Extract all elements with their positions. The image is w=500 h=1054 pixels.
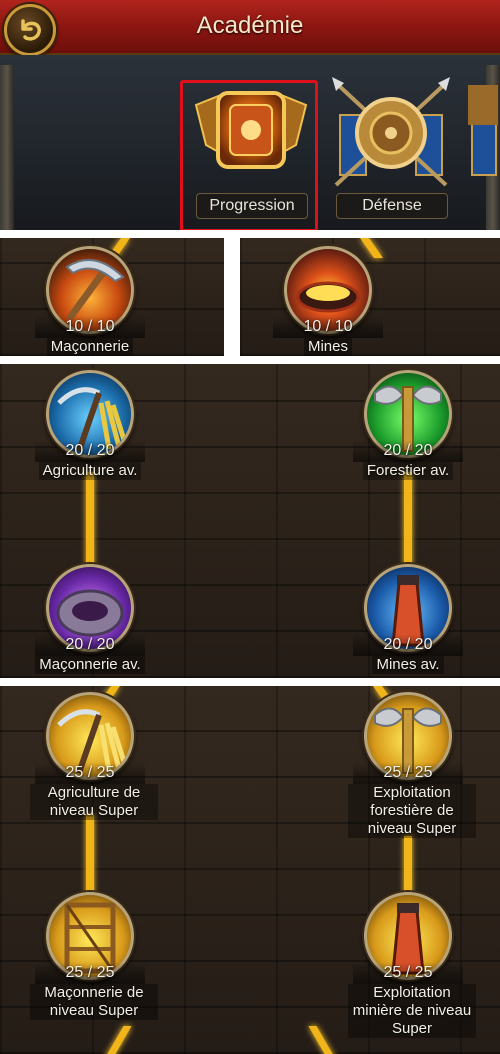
header-bar: Académie	[0, 0, 500, 58]
connector-line	[100, 1026, 132, 1054]
category-tab-partial[interactable]	[466, 75, 500, 225]
level-count: 25 / 25	[353, 762, 463, 784]
connector-line	[86, 814, 94, 904]
tree-panel-row1-left: 10 / 10 Maçonnerie	[0, 238, 224, 356]
skill-name: Forestier av.	[362, 462, 454, 480]
skill-name: Exploitation forestière de niveau Super	[348, 784, 476, 838]
skill-node-agriculture-super[interactable]: 25 / 25 Agriculture de niveau Super	[30, 692, 158, 820]
skill-name-line: niveau Super	[49, 802, 139, 819]
skill-name-line: Agriculture de	[47, 784, 141, 801]
skill-node-mines[interactable]: 10 / 10 Mines	[268, 246, 388, 356]
category-strip: Progression Défense	[0, 55, 500, 230]
level-count: 20 / 20	[35, 440, 145, 462]
skill-node-agriculture-av[interactable]: 20 / 20 Agriculture av.	[30, 370, 150, 480]
category-tab-defense[interactable]: Défense	[326, 75, 456, 225]
level-count: 10 / 10	[35, 316, 145, 338]
category-label: Progression	[196, 193, 308, 219]
skill-name-line: Exploitation	[373, 784, 451, 801]
skill-name: Mines av.	[372, 656, 444, 674]
back-button[interactable]	[4, 4, 56, 56]
skill-name-line: Super	[391, 1020, 433, 1037]
connector-line	[86, 472, 94, 572]
level-count: 10 / 10	[273, 316, 383, 338]
skill-name-line: Maçonnerie de	[44, 984, 144, 1001]
skill-name: Mines	[303, 338, 352, 356]
level-count: 20 / 20	[353, 440, 463, 462]
skill-name: Agriculture av.	[38, 462, 142, 480]
skill-name: Maçonnerie	[46, 338, 134, 356]
winged-shield-icon	[194, 91, 308, 169]
skill-name: Maçonnerie de niveau Super	[30, 984, 158, 1020]
level-count: 20 / 20	[353, 634, 463, 656]
skill-name: Exploitation minière de niveau Super	[348, 984, 476, 1038]
skill-name: Maçonnerie av.	[35, 656, 145, 674]
level-count: 25 / 25	[35, 762, 145, 784]
connector-line	[404, 472, 412, 572]
skill-node-maconnerie-av[interactable]: 20 / 20 Maçonnerie av.	[30, 564, 150, 674]
skill-name: Agriculture de niveau Super	[30, 784, 158, 820]
skill-name-line: minière de niveau	[352, 1002, 472, 1019]
skill-node-forestier-av[interactable]: 20 / 20 Forestier av.	[348, 370, 468, 480]
skill-node-exploitation-forestiere-super[interactable]: 25 / 25 Exploitation forestière de nivea…	[348, 692, 476, 838]
skill-node-maconnerie-super[interactable]: 25 / 25 Maçonnerie de niveau Super	[30, 892, 158, 1020]
category-tab-progression[interactable]: Progression	[186, 75, 316, 225]
skill-name-line: niveau Super	[49, 1002, 139, 1019]
skill-node-exploitation-miniere-super[interactable]: 25 / 25 Exploitation minière de niveau S…	[348, 892, 476, 1038]
tree-panel-row3: 25 / 25 Agriculture de niveau Super 25 /…	[0, 686, 500, 1054]
page-title: Académie	[196, 12, 304, 39]
level-count: 25 / 25	[35, 962, 145, 984]
connector-line	[308, 1026, 340, 1054]
skill-node-maconnerie[interactable]: 10 / 10 Maçonnerie	[30, 246, 150, 356]
category-label: Défense	[336, 193, 448, 219]
category-emblem-icon	[468, 85, 498, 176]
crossed-spears-shield-icon	[332, 77, 450, 187]
skill-name-line: forestière de	[370, 802, 454, 819]
skill-name-line: Exploitation	[373, 984, 451, 1001]
skill-name-line: niveau Super	[367, 820, 457, 837]
tree-panel-row1-right: 10 / 10 Mines	[240, 238, 500, 356]
back-arrow-icon	[21, 19, 41, 41]
connector-line	[404, 836, 412, 898]
stone-pillar-left	[0, 65, 14, 230]
level-count: 20 / 20	[35, 634, 145, 656]
level-count: 25 / 25	[353, 962, 463, 984]
skill-node-mines-av[interactable]: 20 / 20 Mines av.	[348, 564, 468, 674]
tree-panel-row2: 20 / 20 Agriculture av. 20 / 20 Forestie…	[0, 364, 500, 678]
